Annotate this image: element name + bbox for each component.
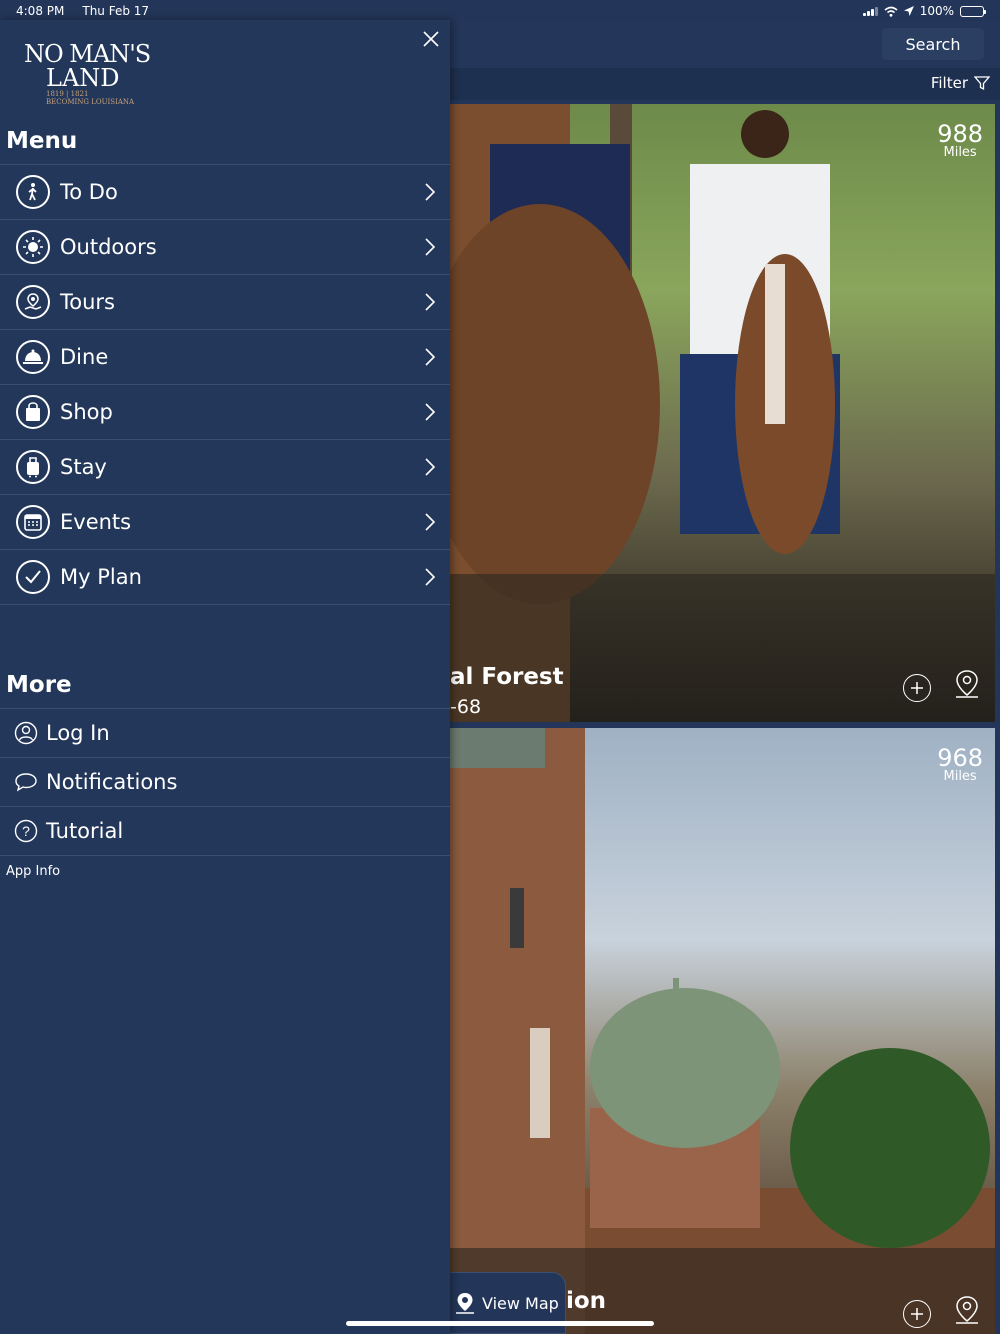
distance-unit: Miles — [943, 145, 977, 160]
status-bar: 4:08 PM Thu Feb 17 100% — [0, 0, 1000, 22]
chat-bubble-icon — [14, 770, 38, 794]
battery-percent: 100% — [919, 4, 954, 18]
home-indicator — [346, 1321, 654, 1326]
log-in-item[interactable]: Log In — [0, 709, 450, 758]
walking-person-icon — [16, 175, 50, 209]
more-item-label: Notifications — [46, 770, 178, 794]
menu-item-label: To Do — [60, 180, 118, 204]
checkmark-icon — [16, 560, 50, 594]
menu-item-events[interactable]: Events — [0, 495, 450, 550]
distance-value: 988 — [937, 120, 983, 148]
tutorial-item[interactable]: ? Tutorial — [0, 807, 450, 856]
status-date: Thu Feb 17 — [82, 4, 150, 18]
chevron-right-icon — [425, 183, 436, 201]
close-icon — [423, 31, 439, 47]
battery-icon — [960, 5, 986, 17]
listing-card[interactable]: 968 Miles ion — [450, 728, 995, 1334]
distance-badge: 988 Miles — [937, 122, 983, 159]
map-pin-icon — [956, 670, 978, 698]
view-map-label: View Map — [482, 1293, 559, 1313]
logo-line2: LAND — [46, 64, 120, 92]
more-section-title: More — [6, 672, 72, 698]
question-icon: ? — [14, 819, 38, 843]
app-logo: NO MAN'S LAND 1819 | 1821 BECOMING LOUIS… — [24, 42, 154, 108]
close-button[interactable] — [422, 30, 442, 50]
chevron-right-icon — [425, 458, 436, 476]
menu-item-to-do[interactable]: To Do — [0, 165, 450, 220]
location-arrow-icon — [903, 6, 914, 16]
menu-item-dine[interactable]: Dine — [0, 330, 450, 385]
luggage-icon — [16, 450, 50, 484]
menu-item-stay[interactable]: Stay — [0, 440, 450, 495]
menu-item-label: My Plan — [60, 565, 142, 589]
card-subtitle: -68 — [450, 696, 482, 718]
svg-text:?: ? — [22, 823, 30, 839]
status-time: 4:08 PM — [16, 4, 65, 18]
chevron-right-icon — [425, 513, 436, 531]
menu-item-shop[interactable]: Shop — [0, 385, 450, 440]
calendar-icon — [16, 505, 50, 539]
distance-badge: 968 Miles — [937, 746, 983, 783]
map-pin-icon — [956, 1296, 978, 1324]
menu-section-title: Menu — [6, 128, 78, 154]
menu-item-label: Dine — [60, 345, 109, 369]
logo-line1: NO MAN'S — [24, 40, 151, 68]
chevron-right-icon — [425, 293, 436, 311]
plus-icon — [911, 1308, 923, 1320]
wifi-icon — [884, 6, 898, 17]
card-title: al Forest — [450, 664, 564, 690]
distance-unit: Miles — [943, 769, 977, 784]
logo-line4: BECOMING LOUISIANA — [46, 98, 135, 106]
chevron-right-icon — [425, 403, 436, 421]
filter-button[interactable]: Filter — [931, 74, 990, 92]
menu-item-my-plan[interactable]: My Plan — [0, 550, 450, 605]
location-pin-button[interactable] — [953, 1294, 981, 1330]
menu-item-outdoors[interactable]: Outdoors — [0, 220, 450, 275]
card-photo — [450, 104, 995, 722]
chevron-right-icon — [425, 568, 436, 586]
user-icon — [14, 721, 38, 745]
location-pin-button[interactable] — [953, 668, 981, 704]
plus-icon — [911, 682, 923, 694]
shopping-bag-icon — [16, 395, 50, 429]
add-to-plan-button[interactable] — [903, 674, 931, 702]
menu-list: To Do Outdoors Tours Dine Shop Stay Even… — [0, 164, 450, 605]
map-pin-icon — [456, 1293, 474, 1314]
search-button[interactable]: Search — [882, 28, 984, 60]
signal-icon — [862, 6, 878, 16]
menu-item-label: Outdoors — [60, 235, 157, 259]
menu-item-label: Tours — [60, 290, 115, 314]
card-title: ion — [566, 1288, 607, 1314]
menu-item-label: Events — [60, 510, 132, 534]
menu-item-label: Shop — [60, 400, 113, 424]
distance-value: 968 — [937, 744, 983, 772]
filter-label: Filter — [930, 74, 968, 92]
menu-item-label: Stay — [60, 455, 107, 479]
dining-cloche-icon — [16, 340, 50, 374]
chevron-right-icon — [425, 238, 436, 256]
app-info-link[interactable]: App Info — [6, 864, 60, 879]
side-menu-drawer: NO MAN'S LAND 1819 | 1821 BECOMING LOUIS… — [0, 20, 450, 1334]
sun-icon — [16, 230, 50, 264]
add-to-plan-button[interactable] — [903, 1300, 931, 1328]
menu-item-tours[interactable]: Tours — [0, 275, 450, 330]
card-photo — [450, 728, 995, 1334]
filter-icon — [974, 76, 990, 91]
listing-card[interactable]: 988 Miles al Forest -68 — [450, 104, 995, 722]
chevron-right-icon — [425, 348, 436, 366]
more-list: Log In Notifications ? Tutorial — [0, 708, 450, 856]
tour-map-icon — [16, 285, 50, 319]
more-item-label: Tutorial — [46, 819, 124, 843]
more-item-label: Log In — [46, 721, 110, 745]
notifications-item[interactable]: Notifications — [0, 758, 450, 807]
